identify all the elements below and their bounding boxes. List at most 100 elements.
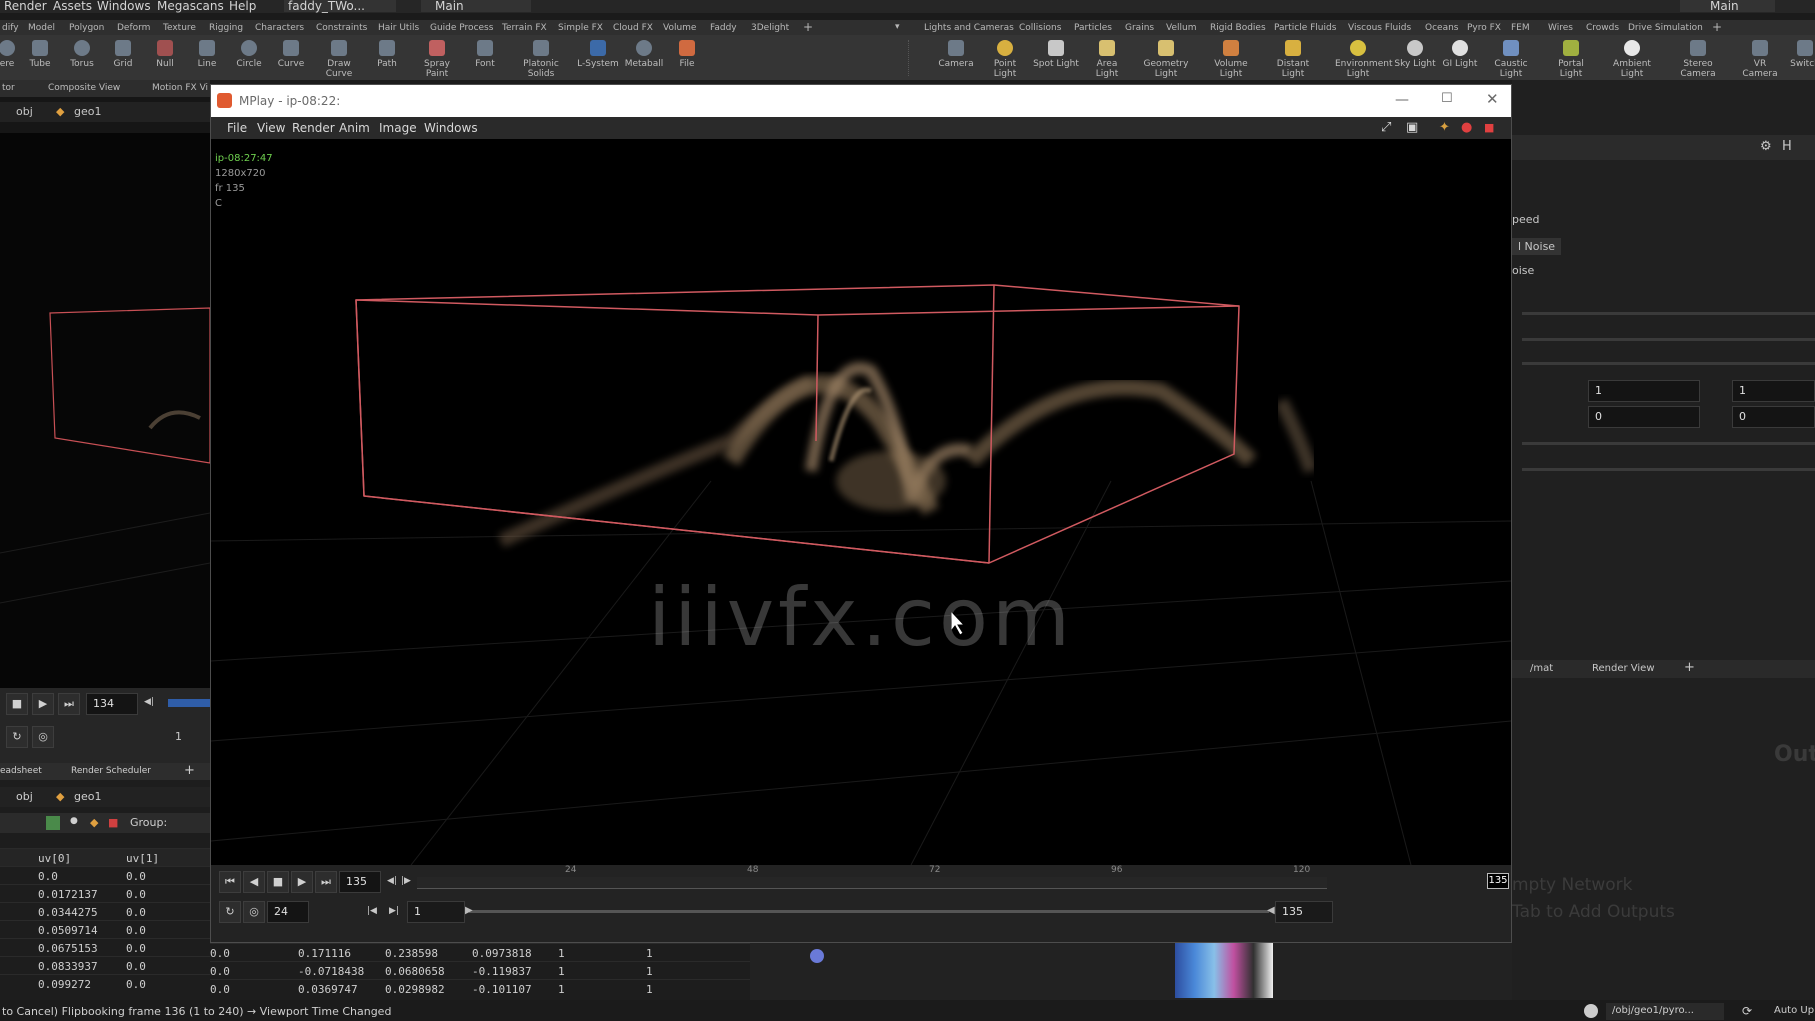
param-slider[interactable] — [1522, 442, 1815, 445]
shelf-tab[interactable]: Particles — [1074, 23, 1112, 33]
menu-anim[interactable]: Anim — [339, 121, 370, 135]
shelf-tab[interactable]: Collisions — [1019, 23, 1061, 33]
desktop-selector[interactable]: Main — [421, 0, 531, 13]
caustic-light-tool[interactable]: Caustic Light — [1488, 40, 1534, 79]
range-handle-right[interactable]: ◀ — [1267, 905, 1275, 916]
left-viewport[interactable] — [0, 133, 210, 688]
help-icon[interactable]: H — [1782, 139, 1792, 154]
range-handle-left[interactable]: ▶ — [465, 905, 473, 916]
shelf-tab[interactable]: Wires — [1548, 23, 1573, 33]
param-slider[interactable] — [1522, 362, 1815, 365]
menu-megascans[interactable]: Megascans — [157, 0, 224, 13]
font-tool[interactable]: Font — [462, 40, 508, 69]
param-field[interactable]: 0 — [1588, 406, 1700, 428]
range-slider[interactable] — [469, 910, 1269, 913]
shelf-tab[interactable]: Terrain FX — [502, 23, 547, 33]
ambient-light-tool[interactable]: Ambient Light — [1609, 40, 1655, 79]
switcher-tool[interactable]: Switch — [1782, 40, 1815, 69]
close-render-icon[interactable]: ■ — [1484, 121, 1494, 134]
network-path-field[interactable]: /obj/geo1/pyro... — [1606, 1003, 1724, 1020]
points-icon[interactable] — [46, 816, 60, 830]
shelf-tab[interactable]: Vellum — [1166, 23, 1196, 33]
timeline-ruler[interactable]: 24 48 72 96 120 — [417, 865, 1327, 889]
tab-composite-view[interactable]: Composite View — [48, 83, 120, 93]
tab-mat[interactable]: /mat — [1530, 663, 1553, 674]
timeline-strip[interactable] — [168, 699, 210, 707]
vertices-icon[interactable]: ● — [70, 816, 78, 826]
tab-motion-fx[interactable]: Motion FX Vi — [152, 83, 208, 93]
shelf-tab[interactable]: Lights and Cameras — [924, 23, 1014, 33]
shelf-tab[interactable]: Pyro FX — [1467, 23, 1501, 33]
stereo-camera-tool[interactable]: Stereo Camera — [1675, 40, 1721, 79]
path-geo1[interactable]: geo1 — [74, 790, 101, 803]
shelf-tab[interactable]: 3Delight — [751, 23, 789, 33]
menu-render[interactable]: Render — [292, 121, 335, 135]
tab-render-view[interactable]: Render View — [1592, 663, 1655, 674]
column-header[interactable]: uv[0] — [38, 852, 71, 865]
param-slider[interactable] — [1522, 468, 1815, 471]
shelf-tab[interactable]: dify — [2, 23, 19, 33]
point-light-tool[interactable]: Point Light — [982, 40, 1028, 79]
jump-start-icon[interactable]: ⏮ — [219, 871, 241, 893]
shelf-tab[interactable]: Cloud FX — [613, 23, 653, 33]
sky-light-tool[interactable]: Sky Light — [1392, 40, 1438, 69]
step-back-icon[interactable]: ◀| — [144, 697, 154, 707]
tab-editor[interactable]: tor — [2, 83, 15, 93]
loop-icon[interactable]: ↻ — [6, 726, 28, 748]
shelf-tab[interactable]: Rigid Bodies — [1210, 23, 1266, 33]
circle-tool[interactable]: Circle — [226, 40, 272, 69]
path-tool[interactable]: Path — [364, 40, 410, 69]
spot-light-tool[interactable]: Spot Light — [1033, 40, 1079, 69]
step-back-icon[interactable]: ◀| — [387, 876, 397, 886]
loop-icon[interactable]: ↻ — [219, 901, 241, 923]
menu-help[interactable]: Help — [229, 0, 256, 13]
node-icon[interactable] — [810, 949, 824, 963]
add-tab-icon[interactable]: + — [184, 763, 195, 778]
menu-windows[interactable]: Windows — [424, 121, 478, 135]
shelf-tab[interactable]: Oceans — [1425, 23, 1458, 33]
null-tool[interactable]: Null — [142, 40, 188, 69]
shelf-tab[interactable]: Particle Fluids — [1274, 23, 1336, 33]
vr-camera-tool[interactable]: VR Camera — [1737, 40, 1783, 79]
menu-file[interactable]: File — [227, 121, 247, 135]
path-geo1[interactable]: geo1 — [74, 105, 101, 118]
draw-curve-tool[interactable]: Draw Curve — [316, 40, 362, 79]
primitives-icon[interactable]: ◆ — [90, 816, 98, 829]
refresh-icon[interactable]: ⟳ — [1742, 1004, 1752, 1018]
geometry-light-tool[interactable]: Geometry Light — [1143, 40, 1189, 79]
line-tool[interactable]: Line — [184, 40, 230, 69]
torus-tool[interactable]: Torus — [59, 40, 105, 69]
update-mode[interactable]: Auto Up — [1774, 1005, 1814, 1016]
shelf-tab[interactable]: Guide Process — [430, 23, 493, 33]
portal-light-tool[interactable]: Portal Light — [1548, 40, 1594, 79]
param-field[interactable]: 1 — [1588, 380, 1700, 402]
gear-icon[interactable]: ⚙ — [1760, 139, 1772, 154]
play-icon[interactable]: ▶ — [32, 693, 54, 715]
add-shelf-icon[interactable]: + — [803, 20, 813, 34]
current-frame-field[interactable]: 135 — [339, 871, 381, 893]
color-swatch-palette[interactable] — [1175, 943, 1273, 998]
range-start-icon[interactable]: |◀ — [367, 906, 377, 916]
shelf-tab[interactable]: Texture — [163, 23, 196, 33]
param-field[interactable]: 1 — [1732, 380, 1815, 402]
file-tab[interactable]: faddy_TWo... — [284, 0, 396, 13]
environment-light-tool[interactable]: Environment Light — [1335, 40, 1392, 79]
column-header[interactable]: uv[1] — [126, 852, 159, 865]
tab-geometry-spreadsheet[interactable]: eadsheet — [0, 766, 42, 776]
realtime-icon[interactable]: ◎ — [32, 726, 54, 748]
spray-paint-tool[interactable]: Spray Paint — [414, 40, 460, 79]
snapshot-icon[interactable]: ▣ — [1406, 120, 1418, 135]
shelf-tab[interactable]: Viscous Fluids — [1348, 23, 1411, 33]
range-end-icon[interactable]: ▶| — [389, 906, 399, 916]
distant-light-tool[interactable]: Distant Light — [1270, 40, 1316, 79]
add-tab-icon[interactable]: + — [1684, 660, 1695, 675]
shelf-tab[interactable]: Rigging — [209, 23, 243, 33]
tube-tool[interactable]: Tube — [17, 40, 63, 69]
detail-icon[interactable]: ■ — [108, 816, 118, 829]
close-icon[interactable]: ✕ — [1486, 90, 1499, 108]
desktop-selector-right[interactable]: Main — [1680, 0, 1775, 13]
fit-window-icon[interactable]: ⤢ — [1381, 120, 1391, 135]
shelf-tab[interactable]: Model — [28, 23, 55, 33]
volume-light-tool[interactable]: Volume Light — [1208, 40, 1254, 79]
add-shelf-icon[interactable]: + — [1712, 20, 1722, 34]
